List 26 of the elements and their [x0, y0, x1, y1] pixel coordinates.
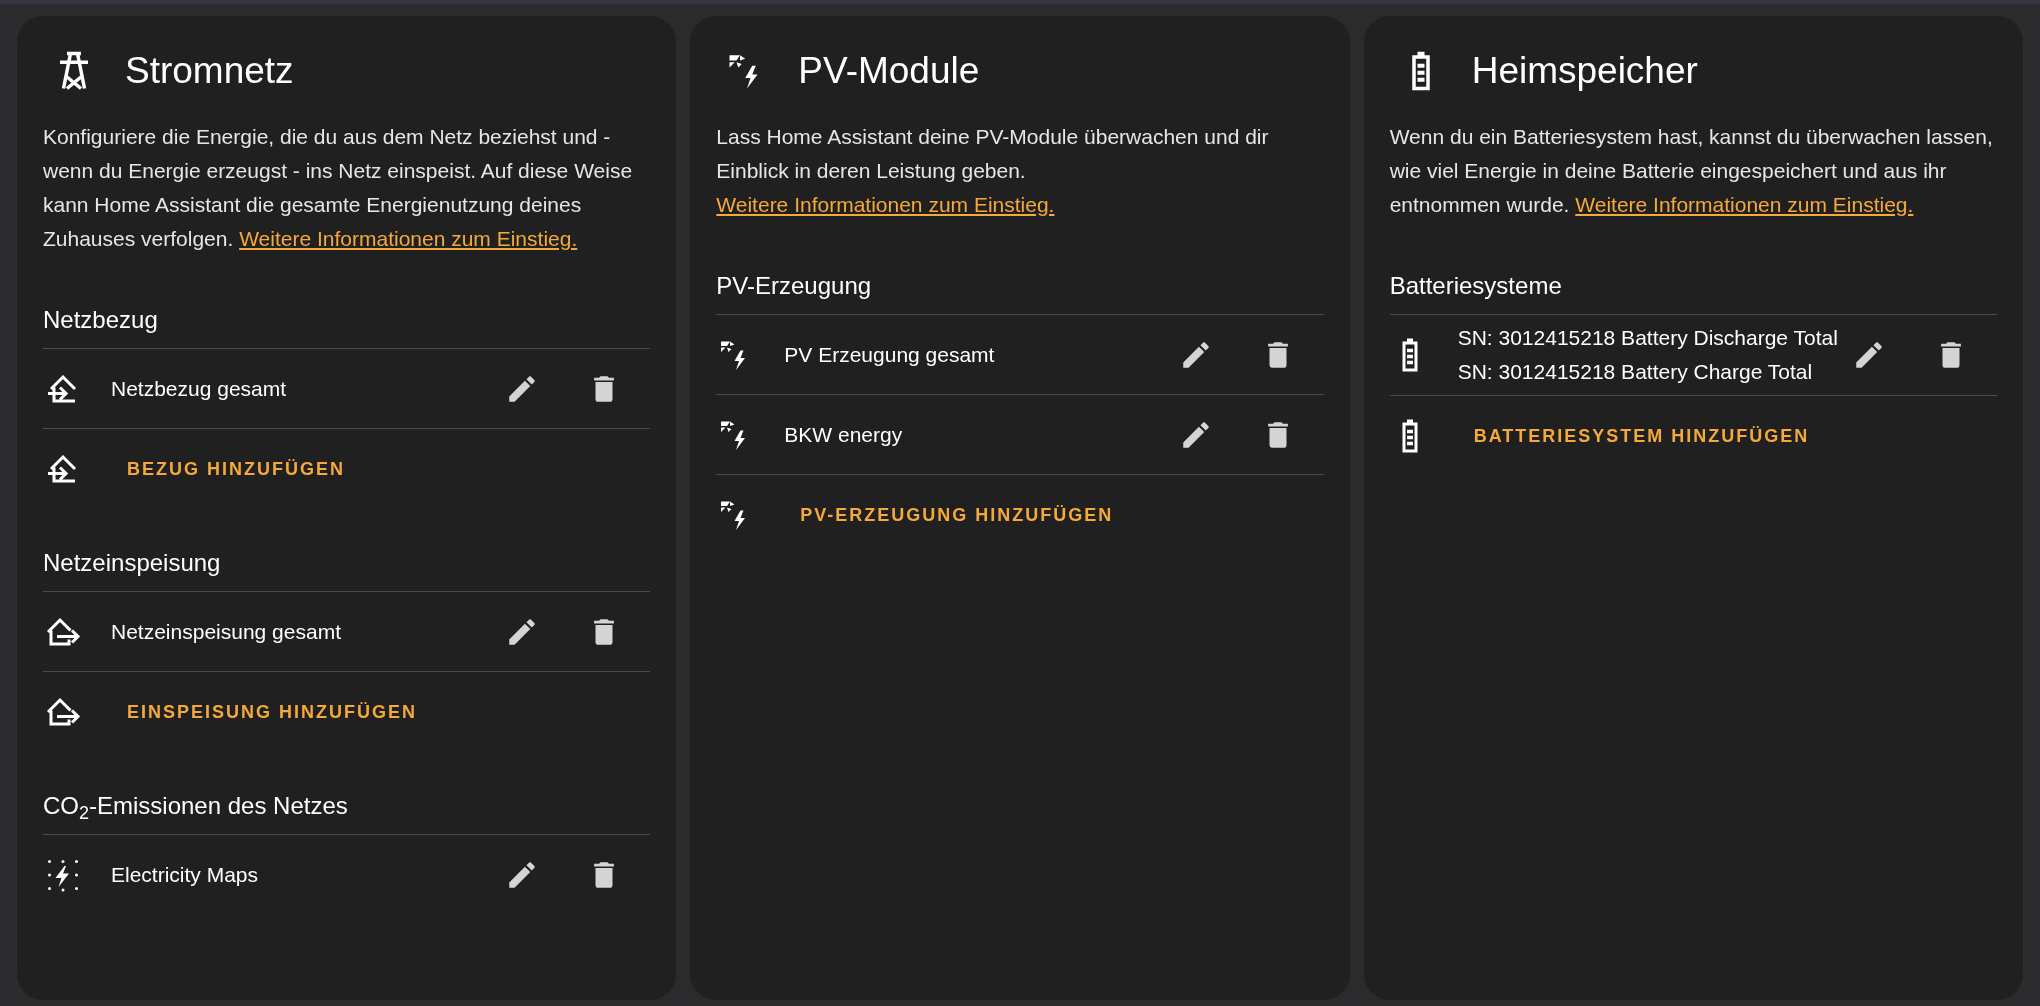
add-button[interactable]: EINSPEISUNG HINZUFÜGEN: [43, 672, 651, 752]
section-heading: Netzbezug: [43, 302, 651, 349]
entity-name: PV Erzeugung gesamt: [784, 341, 996, 368]
card-title: Stromnetz: [125, 49, 294, 94]
entity-name: Electricity Maps: [111, 862, 260, 888]
info-link[interactable]: Weitere Informationen zum Einstieg.: [716, 193, 1055, 216]
description: Konfiguriere die Energie, die du aus dem Netz beziehst und - wenn du Energie erzeugst - ins Netz einspeist. Auf diese Weise kann Home Assistant die gesamte Energienutzung deines Zuhauses verfolgen. Weitere Informationen zum Einstieg.: [43, 124, 634, 252]
entity-name: Netzeinspeisung gesamt: [111, 618, 342, 645]
description: Lass Home Assistant deine PV-Module überwachen und dir Einblick in deren Leistung geben. Weitere Informationen zum Einstieg.: [716, 124, 1270, 218]
entity-name: Netzbezug gesamt: [111, 375, 288, 402]
add-button[interactable]: BEZUG HINZUFÜGEN: [43, 429, 651, 509]
info-link[interactable]: Weitere Informationen zum Einstieg.: [1575, 193, 1914, 216]
description: Wenn du ein Batteriesystem hast, kannst du überwachen lassen, wie viel Energie in deine Batterie eingespeichert und aus ihr entnommen wurde. Weitere Informationen zum Einstieg.: [1389, 124, 1994, 218]
add-button[interactable]: BATTERIESYSTEM HINZUFÜGEN: [1389, 396, 1997, 476]
section-heading: CO$_{2}$-Emissionen des Netzes: [43, 788, 651, 835]
entity-name: BKW energy: [784, 421, 904, 448]
section-heading: Netzeinspeisung: [43, 545, 651, 592]
info-link[interactable]: Weitere Informationen zum Einstieg.: [239, 227, 578, 250]
section-heading: PV-Erzeugung: [716, 268, 1324, 315]
entity-name: SN: 3012415218 Battery Charge Total: [1457, 359, 1814, 385]
lightning-bolt-icon: [45, 857, 81, 893]
entity-name: SN: 3012415218 Battery Discharge Total: [1457, 325, 1839, 351]
card-title: PV-Module: [798, 49, 980, 94]
section-heading: Batteriesysteme: [1389, 268, 1997, 315]
card-title: Heimspeicher: [1471, 49, 1698, 94]
add-button[interactable]: PV-ERZEUGUNG HINZUFÜGEN: [716, 475, 1324, 555]
